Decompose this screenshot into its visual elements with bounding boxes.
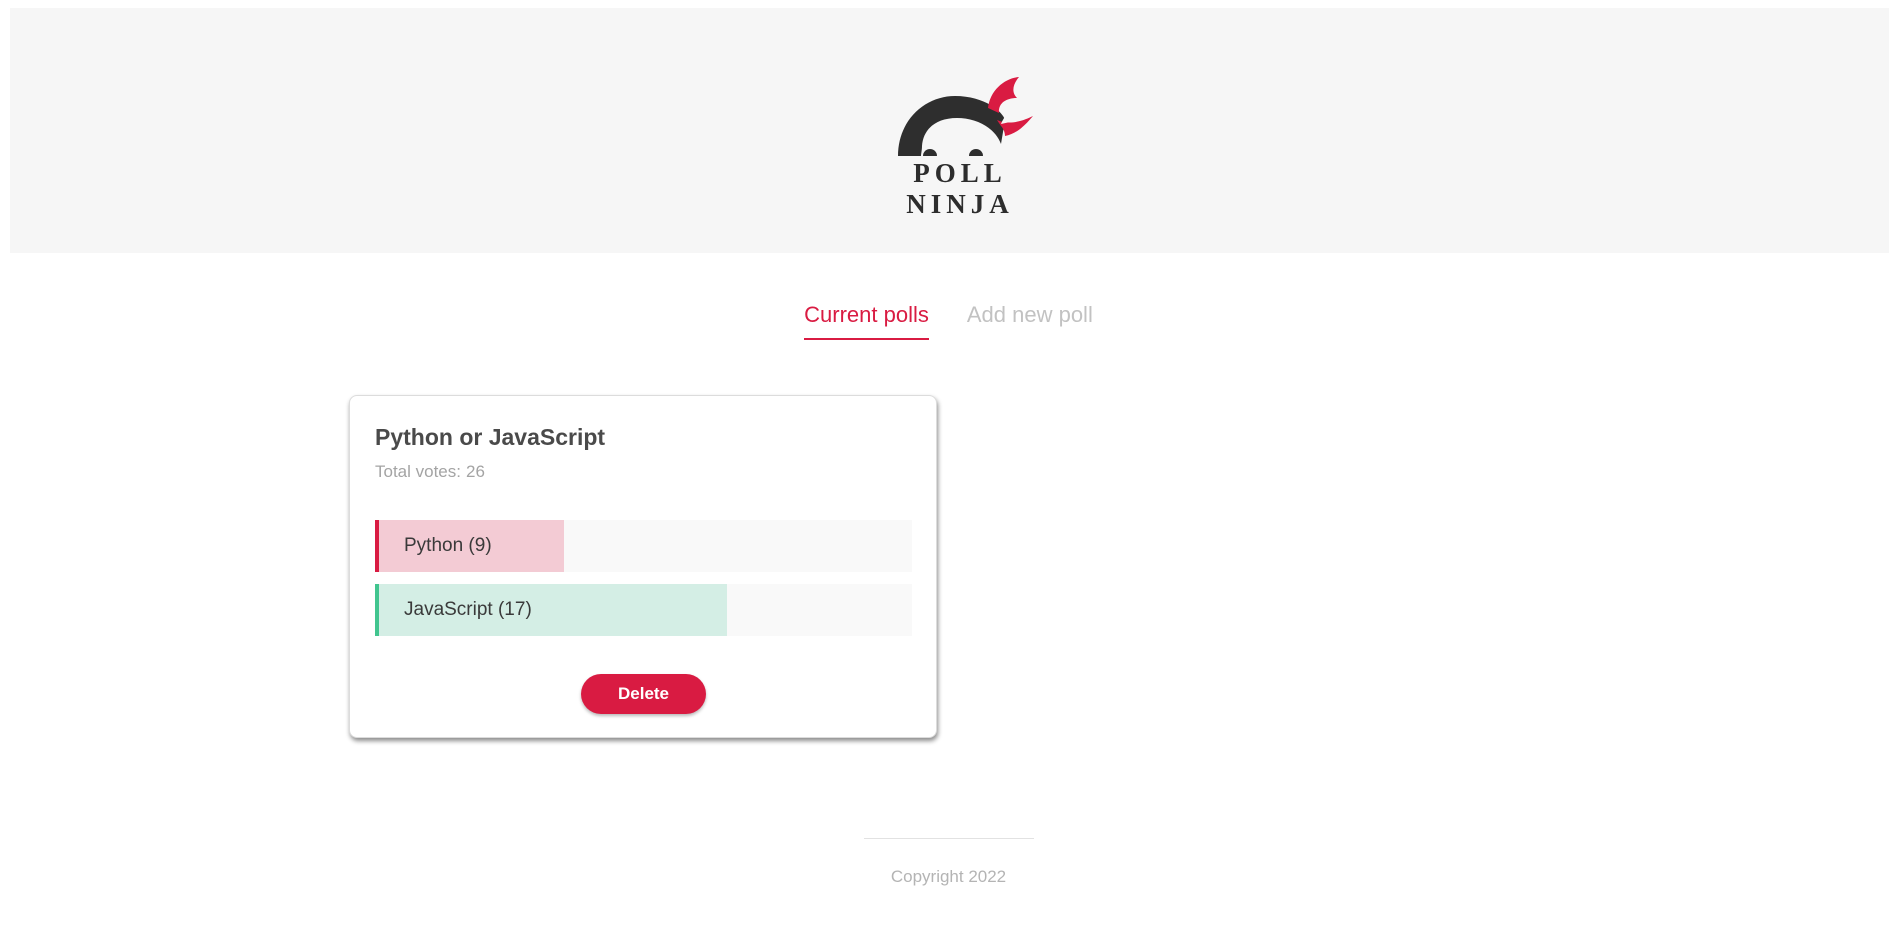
poll-card: Python or JavaScript Total votes: 26 Pyth… (349, 395, 937, 738)
footer-divider (864, 838, 1034, 839)
poll-option-javascript[interactable]: JavaScript (17) (375, 584, 912, 636)
copyright-text: Copyright 2022 (890, 867, 1007, 886)
total-votes-value: 26 (466, 462, 485, 481)
poll-question: Python or JavaScript (375, 424, 606, 450)
option-label: JavaScript (17) (404, 599, 532, 620)
total-votes: Total votes: 26 (375, 462, 485, 482)
tab-current-polls[interactable]: Current polls (804, 302, 929, 340)
ninja-head-icon (898, 77, 1033, 156)
poll-option-python[interactable]: Python (9) (375, 520, 912, 572)
logo-text: POLL NINJA (906, 158, 1014, 219)
poll-ninja-page: POLL NINJA Current polls Add new poll Pyt… (0, 0, 1897, 937)
delete-poll-button[interactable]: Delete (581, 674, 706, 714)
site-header: POLL NINJA (10, 8, 1889, 253)
poll-ninja-logo[interactable]: POLL NINJA (855, 68, 1065, 219)
option-label: Python (9) (404, 535, 492, 556)
total-votes-label: Total votes: (375, 462, 461, 481)
poll-tabs: Current polls Add new poll (0, 302, 1897, 340)
tab-add-new-poll[interactable]: Add new poll (967, 302, 1093, 340)
